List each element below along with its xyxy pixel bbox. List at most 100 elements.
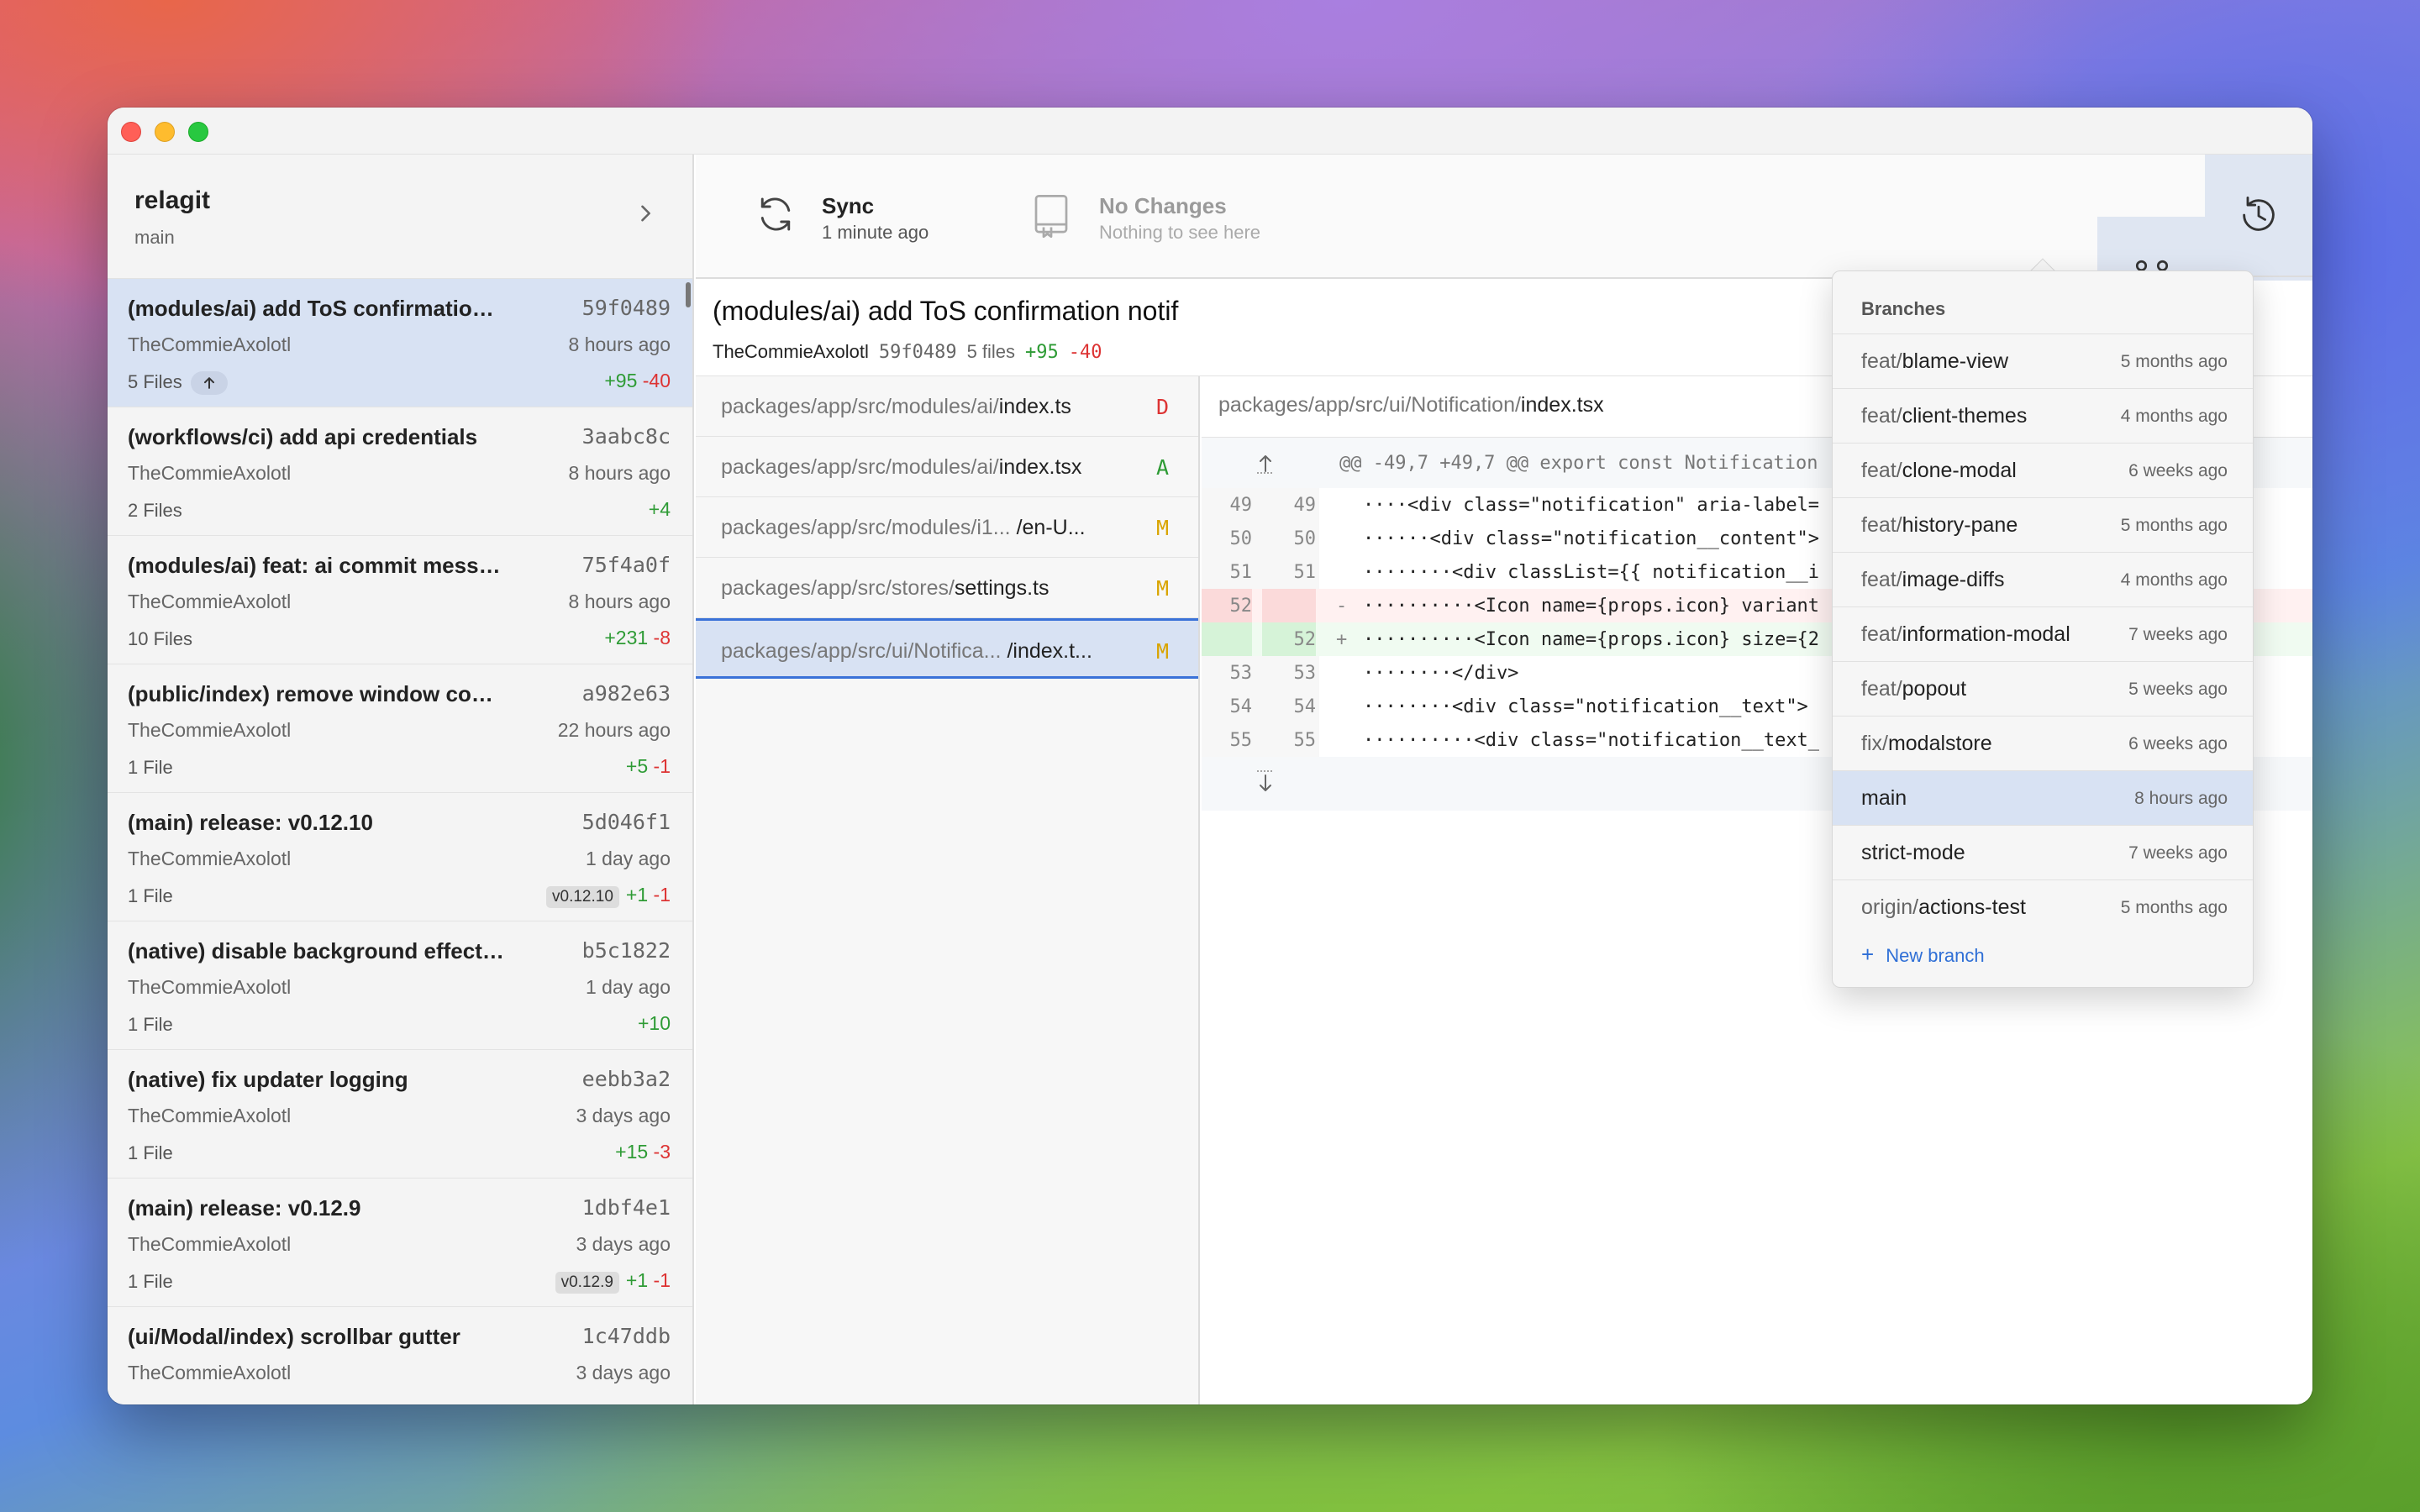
branch-name: strict-mode [1861,841,1965,865]
commit-item-files: 10 Files [128,628,192,650]
commit-item-deletions: -3 [653,1141,671,1163]
new-line-number: 50 [1293,528,1317,549]
commit-item-time: 3 days ago [576,1105,671,1126]
branch-item[interactable]: feat/blame-view 5 months ago [1833,333,2253,388]
branch-item[interactable]: strict-mode 7 weeks ago [1833,825,2253,879]
sidebar-scrollbar[interactable] [686,282,691,307]
commit-item[interactable]: (modules/ai) feat: ai commit messa... 75f… [108,536,692,664]
changed-file-item[interactable]: packages/app/src/ui/Notifica... /index.t… [696,618,1198,679]
commit-item[interactable]: (modules/ai) add ToS confirmation ... 59f… [108,279,692,407]
old-line-number: 54 [1229,696,1253,717]
commit-item-file-count: 1 File [128,1142,173,1163]
changed-file-dir: packages/app/src/modules/i1... [721,516,1017,539]
commit-item-author: TheCommieAxolotl [128,1233,292,1255]
commit-item-hash: 75f4a0f [581,553,671,577]
chevron-right-icon[interactable] [634,202,657,225]
commit-item-hash: 1dbf4e1 [581,1195,671,1220]
branch-item[interactable]: feat/popout 5 weeks ago [1833,661,2253,716]
branch-item[interactable]: fix/modalstore 6 weeks ago [1833,716,2253,770]
commit-item-files: 1 File [128,885,173,907]
changed-file-path: packages/app/src/stores/settings.ts [721,576,1141,601]
branch-time: 6 weeks ago [2128,461,2228,480]
changed-file-path: packages/app/src/modules/ai/index.ts [721,395,1141,419]
branch-name: feat/information-modal [1861,622,2070,647]
commit-item-additions: +10 [637,1012,671,1034]
branch-label: strict-mode [1861,841,1965,864]
branch-item[interactable]: origin/actions-test 5 months ago [1833,879,2253,934]
commit-item-files: 1 File [128,1142,173,1164]
new-line-number: 53 [1293,663,1317,684]
zoom-window-button[interactable] [188,122,208,142]
diff-file-path: packages/app/src/ui/Notification/index.t… [1218,393,1604,417]
history-button[interactable] [2205,155,2312,277]
repo-icon [1034,195,1068,239]
new-line-number: 49 [1293,495,1317,516]
titlebar [108,108,2312,155]
branch-label: modalstore [1887,732,1992,755]
branch-item[interactable]: feat/client-themes 4 months ago [1833,388,2253,443]
changed-file-item[interactable]: packages/app/src/modules/i1... /en-U... M [696,497,1198,558]
branch-item[interactable]: feat/image-diffs 4 months ago [1833,552,2253,606]
code-text: ····<div class="notification" aria-label… [1363,495,1820,516]
sync-icon[interactable] [753,192,798,237]
changed-file-path: packages/app/src/modules/ai/index.tsx [721,455,1141,480]
close-window-button[interactable] [121,122,141,142]
commit-item-author: TheCommieAxolotl [128,462,292,484]
commit-item-additions: +15 [615,1141,649,1163]
commit-item-author: TheCommieAxolotl [128,719,292,741]
sync-button-label[interactable]: Sync [822,193,874,219]
branch-prefix: feat/ [1861,677,1902,701]
file-status-badge: M [1156,576,1170,601]
commit-item-title: (modules/ai) add ToS confirmation ... [128,296,506,321]
commit-item-file-count: 1 File [128,885,173,906]
commit-item-stats: +15 -3 [615,1141,671,1163]
minimize-window-button[interactable] [155,122,175,142]
commit-item[interactable]: (main) release: v0.12.10 5d046f1 TheCommie… [108,793,692,921]
commit-item[interactable]: (native) fix updater logging eebb3a2 TheCo… [108,1050,692,1179]
repository-switcher[interactable]: relagit main [108,155,692,279]
branch-name: fix/modalstore [1861,732,1992,756]
branch-label: history-pane [1902,513,2018,537]
changed-file-item[interactable]: packages/app/src/modules/ai/index.tsx A [696,437,1198,497]
branch-time: 5 months ago [2120,898,2228,917]
branch-prefix: fix/ [1861,732,1888,755]
changed-file-name: settings.ts [954,576,1050,600]
commit-item-title: (public/index) remove window cont... [128,681,506,706]
commit-item[interactable]: (public/index) remove window cont... a982… [108,664,692,793]
commit-item-author: TheCommieAxolotl [128,976,292,998]
branch-item[interactable]: feat/history-pane 5 months ago [1833,497,2253,552]
commit-item-stats: +4 [649,498,671,521]
commit-item-deletions: -1 [653,755,671,777]
changed-file-item[interactable]: packages/app/src/stores/settings.ts M [696,558,1198,618]
push-button[interactable] [190,371,228,396]
expand-down-icon[interactable] [1255,769,1276,794]
branch-item[interactable]: feat/information-modal 7 weeks ago [1833,606,2253,661]
commit-item-title: (workflows/ci) add api credentials [128,424,478,449]
changed-file-path: packages/app/src/modules/i1... /en-U... [721,516,1141,540]
branch-prefix: feat/ [1861,349,1902,373]
new-branch-button[interactable]: + New branch [1861,942,1985,968]
commit-item-author: TheCommieAxolotl [128,591,292,612]
repository-branch: main [134,227,175,248]
commit-item-files: 1 File [128,1271,173,1293]
branch-item[interactable]: feat/clone-modal 6 weeks ago [1833,443,2253,497]
branch-name: origin/actions-test [1861,895,2026,920]
commit-item-additions: +95 [604,370,638,391]
plus-icon: + [1861,942,1875,967]
commit-item[interactable]: (main) release: v0.12.9 1dbf4e1 TheCommieA… [108,1179,692,1307]
commit-item[interactable]: (ui/Modal/index) scrollbar gutter 1c47ddb… [108,1307,692,1404]
branch-item[interactable]: main 8 hours ago [1833,770,2253,825]
commit-item-title: (ui/Modal/index) scrollbar gutter [128,1324,460,1349]
commit-item-additions: +1 [625,884,649,906]
new-line-number [1262,589,1316,622]
branch-list: feat/blame-view 5 months ago feat/client-t… [1833,333,2253,934]
changed-file-name: index.ts [998,395,1071,418]
commit-item-stats: v0.12.9 +1 -1 [555,1269,671,1294]
repository-name: relagit [134,186,211,214]
expand-up-icon[interactable] [1255,451,1276,475]
commit-item[interactable]: (workflows/ci) add api credentials 3aabc8… [108,407,692,536]
branch-time: 4 months ago [2120,570,2228,590]
commit-item[interactable]: (native) disable background effects... b5… [108,921,692,1050]
commit-item-title: (modules/ai) feat: ai commit messa... [128,553,506,578]
changed-file-item[interactable]: packages/app/src/modules/ai/index.ts D [696,376,1198,437]
